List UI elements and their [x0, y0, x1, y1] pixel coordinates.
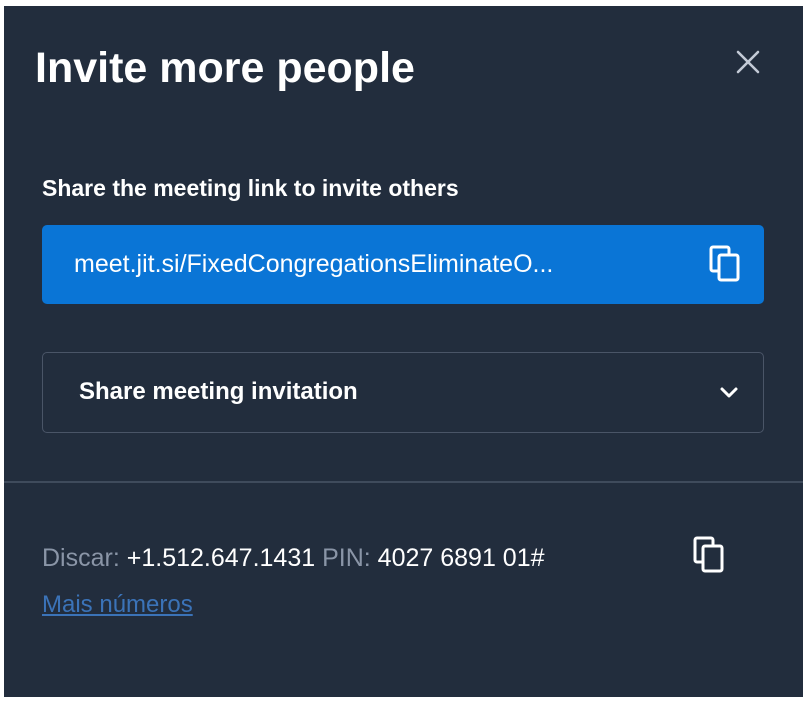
meeting-link-field[interactable]: meet.jit.si/FixedCongregationsEliminateO…	[42, 225, 764, 304]
share-link-label: Share the meeting link to invite others	[42, 175, 459, 201]
more-numbers-link[interactable]: Mais números	[42, 589, 193, 621]
meeting-link-text: meet.jit.si/FixedCongregationsEliminateO…	[74, 250, 554, 278]
share-invitation-label: Share meeting invitation	[79, 378, 358, 405]
dial-in-info: Discar: +1.512.647.1431 PIN: 4027 6891 0…	[42, 541, 545, 575]
pin-label: PIN:	[322, 544, 371, 572]
invite-dialog: Invite more people Share the meeting lin…	[4, 6, 803, 697]
pin-value: 4027 6891 01#	[377, 544, 545, 572]
copy-icon[interactable]	[708, 245, 744, 283]
chevron-down-icon	[720, 387, 738, 398]
dial-label: Discar:	[42, 544, 120, 572]
close-icon	[736, 50, 760, 74]
section-divider	[4, 481, 803, 483]
dial-phone-number: +1.512.647.1431	[126, 544, 316, 572]
copy-dial-in-icon[interactable]	[692, 536, 728, 574]
dialog-title: Invite more people	[35, 44, 415, 92]
close-button[interactable]	[728, 42, 768, 82]
share-invitation-dropdown[interactable]: Share meeting invitation	[42, 352, 764, 433]
